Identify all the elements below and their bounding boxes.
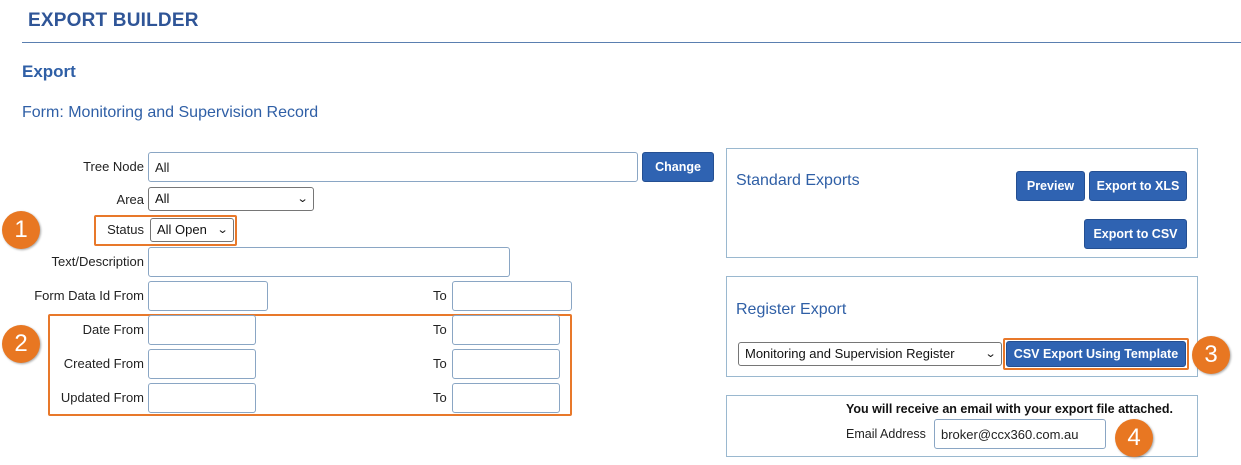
- page-title: EXPORT BUILDER: [28, 10, 199, 31]
- register-export-title: Register Export: [736, 301, 847, 318]
- export-csv-button[interactable]: Export to CSV: [1084, 219, 1187, 249]
- area-select[interactable]: All ⌄: [148, 187, 314, 211]
- callout-badge-3: 3: [1192, 336, 1230, 374]
- section-title: Export: [22, 62, 76, 81]
- chevron-down-icon: ⌄: [296, 193, 309, 205]
- callout-badge-2: 2: [2, 325, 40, 363]
- created-from-input[interactable]: [148, 349, 256, 379]
- text-description-label: Text/Description: [51, 254, 144, 269]
- callout-badge-4: 4: [1115, 419, 1153, 457]
- updated-from-label: Updated From: [60, 390, 144, 405]
- area-label: Area: [116, 192, 144, 207]
- tree-node-label: Tree Node: [83, 159, 144, 174]
- register-select[interactable]: Monitoring and Supervision Register ⌄: [738, 342, 1002, 366]
- form-data-id-from-input[interactable]: [148, 281, 268, 311]
- form-name: Form: Monitoring and Supervision Record: [22, 104, 319, 121]
- status-select-value: All Open: [157, 222, 207, 237]
- email-input[interactable]: [934, 419, 1106, 449]
- csv-export-template-button[interactable]: CSV Export Using Template: [1006, 341, 1186, 367]
- chevron-down-icon: ⌄: [216, 224, 229, 236]
- chevron-down-icon: ⌄: [984, 348, 997, 360]
- callout-badge-1: 1: [2, 211, 40, 249]
- export-xls-button[interactable]: Export to XLS: [1089, 171, 1187, 201]
- tree-node-input[interactable]: [148, 152, 638, 182]
- updated-to-input[interactable]: [452, 383, 560, 413]
- standard-exports-title: Standard Exports: [736, 172, 860, 189]
- text-description-input[interactable]: [148, 247, 510, 277]
- form-data-id-to-input[interactable]: [452, 281, 572, 311]
- email-notice: You will receive an email with your expo…: [846, 402, 1173, 416]
- email-label: Email Address: [846, 427, 926, 441]
- area-select-value: All: [155, 191, 170, 206]
- updated-from-input[interactable]: [148, 383, 256, 413]
- created-to-input[interactable]: [452, 349, 560, 379]
- change-button[interactable]: Change: [642, 152, 714, 182]
- status-select[interactable]: All Open ⌄: [150, 218, 234, 242]
- date-from-input[interactable]: [148, 315, 256, 345]
- title-divider: [22, 42, 1241, 43]
- form-data-id-label: Form Data Id From: [34, 288, 144, 303]
- register-select-value: Monitoring and Supervision Register: [745, 346, 955, 361]
- preview-button[interactable]: Preview: [1016, 171, 1085, 201]
- date-to-input[interactable]: [452, 315, 560, 345]
